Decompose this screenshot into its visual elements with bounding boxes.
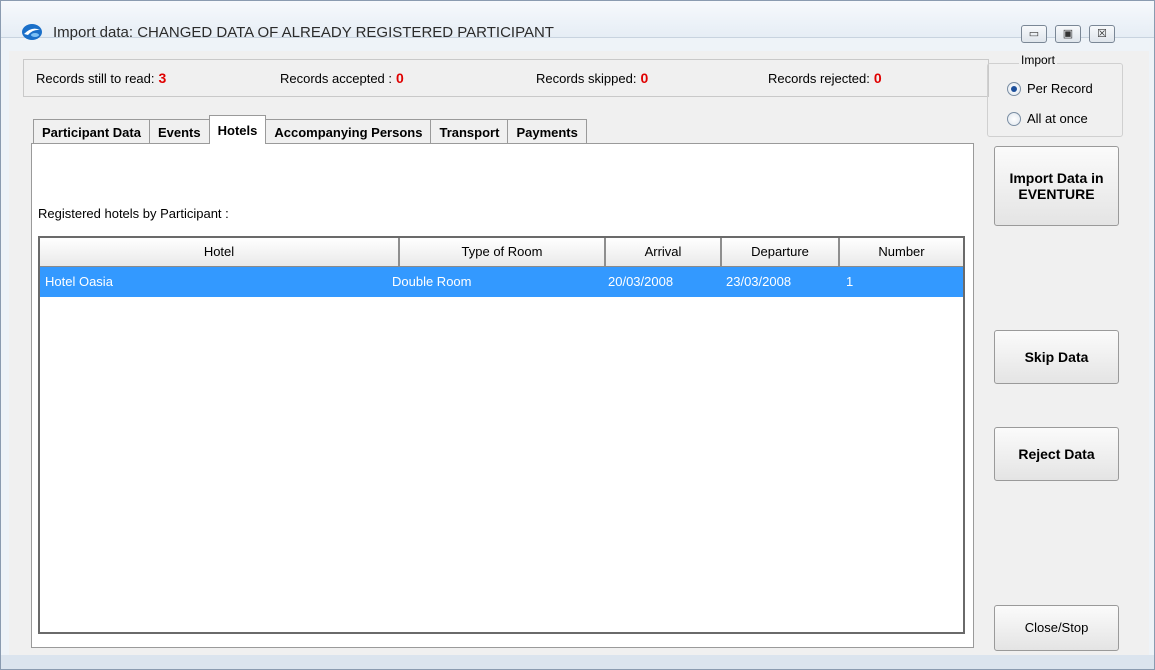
column-header-hotel[interactable]: Hotel: [40, 238, 400, 266]
records-rejected-value: 0: [873, 70, 882, 86]
minimize-button[interactable]: ▭: [1021, 25, 1047, 43]
grid-header: Hotel Type of Room Arrival Departure Num…: [40, 238, 963, 267]
cell-departure: 23/03/2008: [726, 274, 792, 289]
column-header-arrival[interactable]: Arrival: [606, 238, 722, 266]
tab-transport[interactable]: Transport: [430, 119, 509, 144]
records-accepted-value: 0: [396, 70, 404, 86]
table-row[interactable]: Hotel Oasia Double Room 20/03/2008 23/03…: [40, 267, 963, 297]
radio-all-at-once[interactable]: All at once: [1007, 111, 1088, 126]
tab-hotels[interactable]: Hotels: [208, 115, 267, 144]
import-data-button-line1: Import Data in: [1009, 170, 1104, 186]
cell-hotel: Hotel Oasia: [45, 274, 113, 289]
column-header-type-of-room[interactable]: Type of Room: [400, 238, 606, 266]
radio-per-record-label: Per Record: [1027, 81, 1093, 96]
app-logo-icon: [22, 24, 42, 40]
import-data-button[interactable]: Import Data in EVENTURE: [994, 146, 1119, 226]
records-skipped: Records skipped: 0: [536, 70, 648, 86]
column-header-departure[interactable]: Departure: [722, 238, 840, 266]
tab-accompanying-persons[interactable]: Accompanying Persons: [265, 119, 432, 144]
radio-unselected-icon[interactable]: [1007, 111, 1021, 126]
hotels-tab-panel: Registered hotels by Participant : Hotel…: [31, 143, 974, 648]
import-data-button-line2: EVENTURE: [1018, 186, 1095, 202]
records-still-to-read-value: 3: [158, 70, 167, 86]
tab-strip: Participant Data Events Hotels Accompany…: [33, 115, 587, 144]
maximize-button[interactable]: ▣: [1055, 25, 1081, 43]
records-skipped-label: Records skipped:: [536, 71, 637, 86]
import-data-window: Import data: CHANGED DATA OF ALREADY REG…: [0, 0, 1155, 670]
skip-data-button[interactable]: Skip Data: [994, 330, 1119, 384]
import-mode-group: Import Per Record All at once: [987, 53, 1123, 137]
records-accepted: Records accepted :0: [280, 70, 404, 86]
reject-data-button[interactable]: Reject Data: [994, 427, 1119, 481]
cell-number: 1: [846, 274, 854, 289]
records-summary-bar: Records still to read: 3 Records accepted…: [23, 59, 989, 97]
radio-all-at-once-label: All at once: [1027, 111, 1088, 126]
window-title: Import data: CHANGED DATA OF ALREADY REG…: [53, 24, 554, 41]
records-rejected: Records rejected: 0: [768, 70, 882, 86]
radio-per-record[interactable]: Per Record: [1007, 81, 1093, 96]
close-window-button[interactable]: ☒: [1089, 25, 1115, 43]
records-still-to-read-label: Records still to read:: [36, 71, 155, 86]
title-bar: Import data: CHANGED DATA OF ALREADY REG…: [1, 1, 1154, 43]
registered-hotels-label: Registered hotels by Participant :: [38, 206, 229, 221]
import-mode-legend: Import: [1019, 53, 1058, 67]
records-skipped-value: 0: [640, 70, 649, 86]
radio-selected-icon[interactable]: [1007, 81, 1021, 96]
tab-events[interactable]: Events: [148, 119, 210, 144]
cell-room-type: Double Room: [392, 274, 472, 289]
close-stop-button[interactable]: Close/Stop: [994, 605, 1119, 651]
records-accepted-label: Records accepted :: [280, 71, 393, 86]
records-still-to-read: Records still to read: 3: [36, 70, 166, 86]
column-header-number[interactable]: Number: [840, 238, 963, 266]
records-rejected-label: Records rejected:: [768, 71, 870, 86]
cell-arrival: 20/03/2008: [608, 274, 674, 289]
hotels-grid[interactable]: Hotel Type of Room Arrival Departure Num…: [38, 236, 965, 634]
bottom-strip: [1, 655, 1154, 669]
import-data-button-label: Import Data in EVENTURE: [1009, 170, 1103, 202]
tab-participant-data[interactable]: Participant Data: [33, 119, 150, 144]
tab-payments[interactable]: Payments: [507, 119, 587, 144]
